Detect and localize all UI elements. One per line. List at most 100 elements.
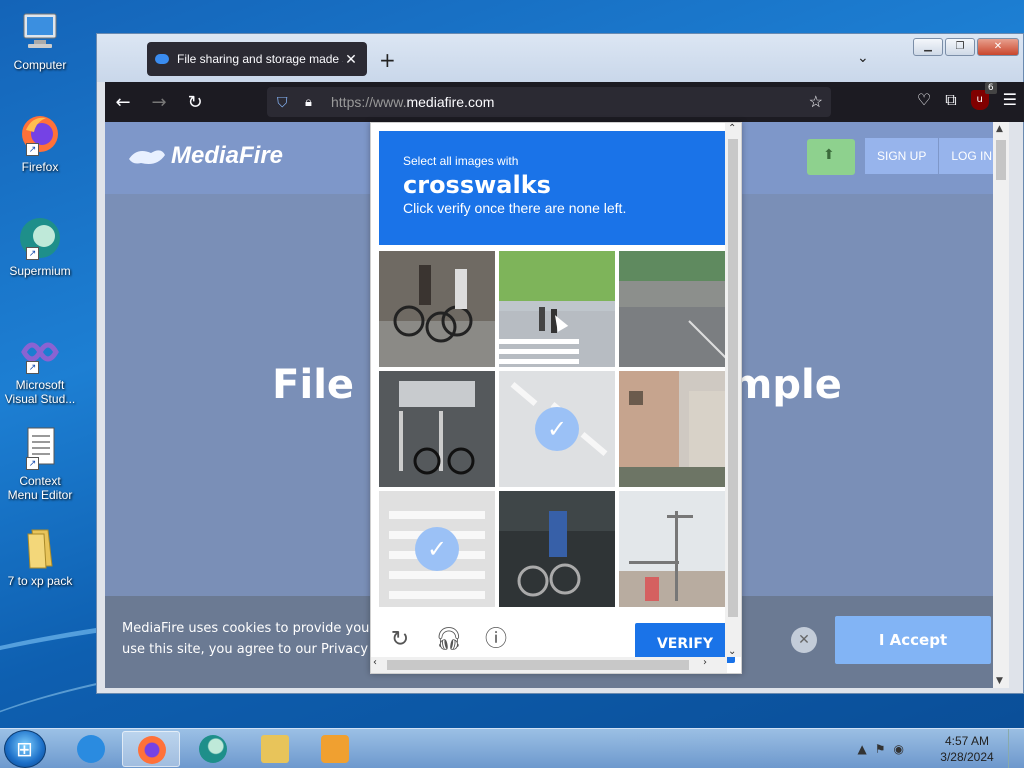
firefox-icon [138,736,166,764]
upload-button[interactable] [807,139,855,175]
desktop-icon-context-menu-editor[interactable]: ↗ Context Menu Editor [4,426,76,502]
captcha-subinstruction: Click verify once there are none left. [403,200,627,216]
captcha-tile-8[interactable] [499,491,615,607]
url-domain: mediafire.com [406,94,495,110]
taskbar-file-explorer[interactable] [246,731,304,767]
info-icon[interactable]: ⓘ [483,627,509,653]
desktop-icon-supermium[interactable]: ↗ Supermium [4,216,76,278]
desktop-icon-label: Firefox [21,160,59,174]
sign-up-button[interactable]: SIGN UP [865,138,940,174]
show-desktop-button[interactable] [1008,729,1020,768]
page-scrollbar[interactable]: ▲ ▼ [993,122,1009,688]
auth-buttons: SIGN UP LOG IN [865,138,1006,174]
shortcut-arrow-icon: ↗ [26,247,39,260]
forward-button[interactable]: → [141,92,177,113]
captcha-challenge: Select all images with crosswalks Click … [370,122,742,674]
back-button[interactable]: ← [105,92,141,113]
captcha-tile-4[interactable] [379,371,495,487]
desktop-icon-label: Computer [13,58,67,72]
accept-cookies-button[interactable]: I Accept [835,616,991,664]
window-controls: ▁ ❐ ✕ [913,38,1019,56]
computer-icon [18,10,62,54]
pocket-icon[interactable]: ♡ [917,90,931,110]
close-tab-icon[interactable]: ✕ [343,51,359,68]
desktop-icon-computer[interactable]: Computer [4,10,76,72]
captcha-tile-9[interactable] [619,491,735,607]
captcha-tile-6[interactable] [619,371,735,487]
cookie-text-line: use this site, you agree to our Privacy … [122,642,382,657]
reload-challenge-icon[interactable]: ↻ [387,627,413,653]
scroll-left-icon[interactable]: ‹ [373,657,377,668]
captcha-vertical-scrollbar[interactable]: ⌃ ⌄ [725,123,741,657]
tracking-protection-icon[interactable]: ⛉ [277,94,293,111]
toolbar-extensions: ♡ ⧉ u6 ☰ [917,82,1017,110]
mediafire-flame-icon [129,150,165,164]
close-window-button[interactable]: ✕ [977,38,1019,56]
visual-studio-icon: ↗ [18,330,62,374]
scroll-right-icon[interactable]: › [703,657,707,668]
logo-text: MediaFire [171,142,284,169]
maximize-button[interactable]: ❐ [945,38,975,56]
desktop-icon-label: Microsoft Visual Stud... [4,378,76,406]
scrollbar-thumb[interactable] [996,140,1006,180]
captcha-tile-3[interactable] [619,251,735,367]
taskbar-firefox[interactable] [122,731,180,767]
mediafire-favicon-icon [155,54,169,64]
new-tab-button[interactable]: + [379,48,396,72]
document-icon: ↗ [18,426,62,470]
taskbar-supermium[interactable] [184,731,242,767]
shortcut-arrow-icon: ↗ [26,361,39,374]
mediafire-logo[interactable]: MediaFire [127,142,283,170]
ublock-origin-icon[interactable]: u6 [970,82,997,110]
captcha-tile-2[interactable] [499,251,615,367]
clock[interactable]: 4:57 AM 3/28/2024 [932,733,1002,765]
supermium-icon [199,735,227,763]
list-all-tabs-button[interactable]: ⌄ [857,50,869,66]
tab-strip: File sharing and storage made s ✕ + ⌄ ▁ … [97,34,1023,82]
captcha-tile-5[interactable]: ✓ [499,371,615,487]
taskbar-media-player[interactable] [306,731,364,767]
taskbar: ▲⚑◉ 4:57 AM 3/28/2024 [0,728,1024,768]
speaker-icon[interactable]: ◉ [894,742,912,756]
cookie-close-button[interactable]: ✕ [791,627,817,653]
captcha-prompt: Select all images with crosswalks Click … [379,131,725,245]
taskbar-internet-explorer[interactable] [62,731,120,767]
menu-icon[interactable]: ☰ [1003,90,1017,110]
bookmark-star-icon[interactable]: ☆ [809,92,823,112]
tab-mediafire[interactable]: File sharing and storage made s ✕ [147,42,367,76]
media-player-icon [321,735,349,763]
selected-check-icon: ✓ [535,407,579,451]
captcha-footer: ↻ 🎧︎ ⓘ VERIFY [379,611,735,663]
desktop-icon-7-to-xp-pack[interactable]: 7 to xp pack [4,526,76,588]
headphones-audio-icon[interactable]: 🎧︎ [435,627,463,653]
reload-button[interactable]: ↻ [177,92,213,113]
folder-icon [18,526,62,570]
show-hidden-icons-icon[interactable]: ▲ [858,742,875,756]
selected-check-icon: ✓ [415,527,459,571]
system-tray: ▲⚑◉ 4:57 AM 3/28/2024 [858,729,1020,768]
captcha-tile-1[interactable] [379,251,495,367]
desktop-icon-label: 7 to xp pack [7,574,73,588]
captcha-horizontal-scrollbar[interactable]: ‹ › [371,657,727,673]
address-bar[interactable]: ⛉ 🔒︎ https://www. mediafire.com ☆ [267,87,831,117]
scroll-up-icon[interactable]: ▲ [996,124,1003,134]
start-button[interactable] [4,730,46,768]
lock-icon[interactable]: 🔒︎ [305,94,319,110]
scroll-down-icon[interactable]: ▼ [996,676,1003,686]
captcha-instruction: Select all images with [403,154,519,168]
minimize-button[interactable]: ▁ [913,38,943,56]
captcha-tile-7[interactable]: ✓ [379,491,495,607]
clock-date: 3/28/2024 [940,750,994,764]
extensions-icon[interactable]: ⧉ [945,90,956,110]
desktop-icon-visual-studio[interactable]: ↗ Microsoft Visual Stud... [4,330,76,406]
scroll-up-icon[interactable]: ⌃ [728,123,736,134]
scrollbar-thumb[interactable] [387,660,689,670]
scroll-down-icon[interactable]: ⌄ [728,646,736,657]
firefox-icon: ↗ [18,112,62,156]
desktop-icon-label: Context Menu Editor [7,474,73,502]
navigation-toolbar: ← → ↻ ⛉ 🔒︎ https://www. mediafire.com ☆ … [105,82,1024,122]
desktop-icon-firefox[interactable]: ↗ Firefox [4,112,76,174]
action-center-flag-icon[interactable]: ⚑ [875,742,894,756]
scrollbar-thumb[interactable] [728,139,738,617]
cookie-text: MediaFire uses cookies to provide you us… [122,618,382,660]
